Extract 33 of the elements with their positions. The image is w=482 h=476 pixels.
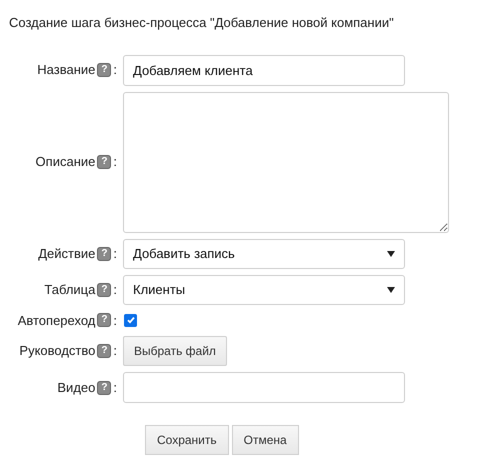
text-area[interactable] (123, 92, 449, 232)
label-colon: : (113, 342, 117, 360)
text-field[interactable]: Добавляем клиента (123, 54, 405, 86)
field-label: Руководство (19, 342, 96, 360)
label-colon: : (113, 61, 117, 80)
checkbox[interactable] (124, 314, 137, 327)
field-label: Описание (36, 153, 96, 172)
select-field[interactable]: Добавить запись (123, 238, 405, 268)
cancel-button[interactable]: Отмена (232, 425, 299, 455)
help-icon[interactable]: ? (97, 344, 112, 358)
caret-icon (387, 286, 395, 292)
label-colon: : (113, 378, 117, 397)
label-colon: : (113, 244, 117, 263)
field-label: Видео (57, 378, 96, 397)
label-colon: : (113, 153, 117, 172)
field-label: Автопереход (18, 312, 96, 330)
choose-file-button[interactable]: Выбрать файл (123, 336, 227, 366)
help-icon[interactable]: ? (97, 155, 112, 169)
text-field[interactable] (123, 372, 405, 403)
page-title: Создание шага бизнес-процесса "Добавление новой компании" (8, 14, 395, 32)
field-label: Таблица (44, 280, 96, 299)
save-button[interactable]: Сохранить (145, 425, 229, 455)
help-icon[interactable]: ? (97, 282, 112, 296)
help-icon[interactable]: ? (97, 380, 112, 394)
field-label: Название (37, 61, 96, 80)
caret-icon (387, 250, 395, 256)
label-colon: : (113, 280, 117, 299)
select-field[interactable]: Клиенты (123, 274, 405, 304)
help-icon[interactable]: ? (97, 63, 112, 77)
help-icon[interactable]: ? (97, 313, 112, 328)
field-label: Действие (38, 244, 96, 263)
label-colon: : (113, 312, 117, 330)
help-icon[interactable]: ? (97, 246, 112, 260)
